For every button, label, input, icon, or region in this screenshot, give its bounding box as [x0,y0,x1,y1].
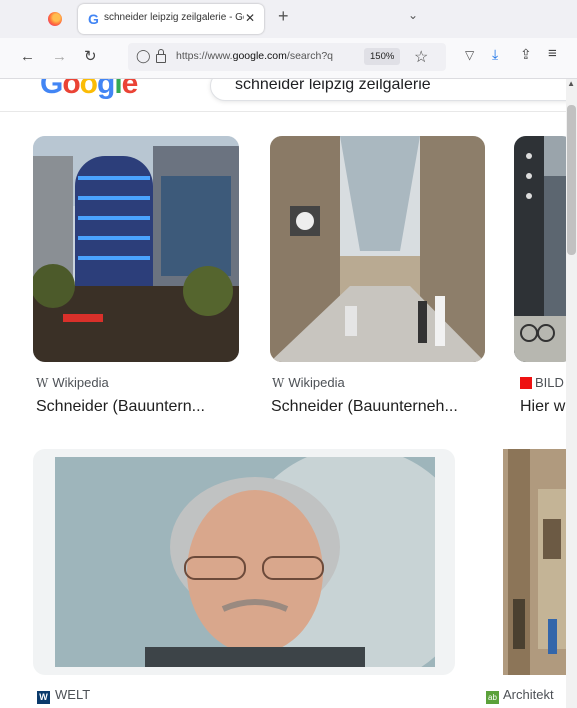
browser-tab[interactable]: G schneider leipzig zeilgalerie - Go ✕ [78,4,264,34]
google-favicon-icon: G [88,11,99,27]
result-source-2: W Wikipedia [272,375,345,390]
bild-icon [520,377,532,389]
menu-icon[interactable]: ≡ [548,45,557,62]
result-thumbnail-3[interactable] [514,136,574,362]
list-all-tabs-button[interactable]: ⌄ [408,8,418,22]
close-tab-icon[interactable]: ✕ [245,11,255,25]
result-title-2[interactable]: Schneider (Bauunterneh... [271,398,486,416]
tab-title: schneider leipzig zeilgalerie - Go [104,12,244,23]
firefox-icon[interactable] [48,12,62,26]
scroll-up-icon[interactable]: ▲ [567,79,575,88]
search-query[interactable]: schneider leipzig zeilgalerie [235,79,431,94]
result-thumbnail-5[interactable] [503,449,566,675]
architekt-icon: ab [486,691,499,704]
page-scrollbar[interactable]: ▲ [566,79,577,708]
google-header: Google schneider leipzig zeilgalerie [0,79,577,112]
tab-bar: G schneider leipzig zeilgalerie - Go ✕ +… [0,0,577,38]
wikipedia-icon: W [272,376,285,390]
reload-icon[interactable]: ↻ [84,48,97,66]
scrollbar-thumb[interactable] [567,105,576,255]
result-thumbnail-1[interactable] [33,136,239,362]
wikipedia-icon: W [36,376,49,390]
back-icon[interactable]: ← [20,48,35,66]
forward-icon[interactable]: → [52,48,67,66]
lock-icon[interactable] [156,49,166,63]
shield-icon[interactable]: ◯ [136,48,151,64]
result-title-1[interactable]: Schneider (Bauuntern... [36,398,246,416]
result-source-1: W Wikipedia [36,375,109,390]
page-content: Google schneider leipzig zeilgalerie W Wi… [0,79,577,708]
navigation-toolbar: ← → ↻ ◯ https://www.google.com/search?q … [0,38,577,79]
url-bar[interactable]: ◯ https://www.google.com/search?q 150% ☆ [128,43,446,71]
url-text[interactable]: https://www.google.com/search?q [176,50,361,62]
result-source-3: BILD [520,375,564,390]
new-tab-button[interactable]: + [278,6,289,27]
result-thumbnail-2[interactable] [270,136,485,362]
star-icon[interactable]: ☆ [414,47,428,67]
result-title-3[interactable]: Hier w [520,398,566,416]
zoom-level-badge[interactable]: 150% [364,48,401,65]
extensions-icon[interactable]: ⇪ [520,46,532,63]
result-source-4: W WELT [37,687,90,704]
result-source-5: ab Architekt [486,687,554,704]
welt-icon: W [37,691,50,704]
google-logo[interactable]: Google [40,79,138,101]
pocket-icon[interactable]: ▽ [465,48,474,62]
search-input[interactable]: schneider leipzig zeilgalerie [210,79,577,101]
download-icon[interactable]: ⤓ [492,46,498,63]
result-thumbnail-4[interactable] [55,457,435,667]
